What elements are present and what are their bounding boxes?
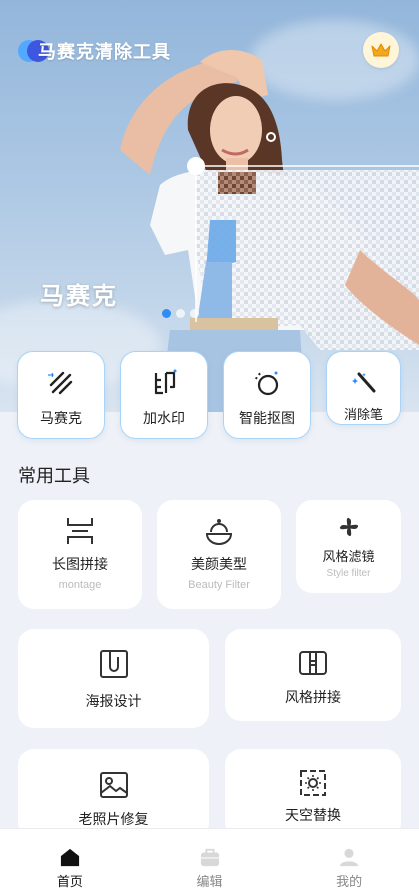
tool-card-label: 海报设计 [85,694,142,710]
vip-crown-button[interactable] [363,32,399,68]
style-collage-icon [299,651,327,675]
tab-edit[interactable]: 编辑 [140,829,280,890]
crown-icon [371,43,391,57]
tool-card-label: 天空替换 [285,808,341,824]
tab-label: 我的 [336,875,363,890]
tool-card-style-collage[interactable]: 风格拼接 [225,629,401,721]
quick-tool-mosaic[interactable]: 马赛克 [17,351,105,439]
quick-tools-row: 马赛克 加水印 智能抠图 消除笔 [17,351,401,439]
app-title: 马赛克清除工具 [38,42,171,63]
quick-tool-label: 消除笔 [343,408,383,423]
tool-card-photo-restore[interactable]: 老照片修复 [18,749,209,839]
tool-card-beauty[interactable]: 美颜美型 Beauty Filter [157,500,281,609]
tool-card-label: 美颜美型 [191,557,247,573]
home-page: 马赛克清除工具 马赛克 马赛克 加水印 智能抠图 消除笔 常用工具 长图拼接 m… [0,0,419,890]
watermark-print-icon [154,369,177,395]
carousel-indicator [162,309,199,318]
quick-tool-eraser-pen[interactable]: 消除笔 [326,351,401,425]
bottom-tab-bar: 首页 编辑 我的 [0,828,419,890]
home-icon [60,848,79,867]
beauty-bowl-icon [205,519,233,545]
poster-design-icon [99,650,128,678]
tab-home[interactable]: 首页 [0,829,140,890]
person-icon [340,848,359,867]
tool-card-label: 老照片修复 [78,812,149,828]
tab-label: 首页 [56,875,83,890]
tool-card-label: 风格拼接 [285,690,341,706]
tool-card-label: 长图拼接 [52,557,108,573]
carousel-dot[interactable] [162,309,171,318]
style-filter-flower-icon [339,517,358,537]
tool-card-style-filter[interactable]: 风格滤镜 Style filter [296,500,401,593]
tool-card-sky-replace[interactable]: 天空替换 [225,749,401,839]
quick-tool-watermark[interactable]: 加水印 [120,351,208,439]
tool-card-poster-design[interactable]: 海报设计 [18,629,209,728]
tool-card-sublabel: Style filter [326,568,371,579]
quick-tool-label: 智能抠图 [239,411,295,427]
carousel-dot[interactable] [190,309,199,318]
smart-cutout-icon [255,371,279,396]
carousel-dot[interactable] [176,309,185,318]
magic-eraser-pen-icon [351,372,375,393]
tool-card-montage[interactable]: 长图拼接 montage [18,500,142,609]
photo-restore-icon [99,772,128,798]
sky-replace-icon [300,770,326,796]
tool-card-sublabel: montage [58,579,102,591]
montage-icon [67,518,93,544]
tab-label: 编辑 [196,875,223,890]
section-title: 常用工具 [18,466,90,487]
mosaic-stripes-icon [48,371,73,395]
briefcase-icon [200,848,219,867]
tab-mine[interactable]: 我的 [279,829,419,890]
quick-tool-smart-cutout[interactable]: 智能抠图 [223,351,311,439]
quick-tool-label: 马赛克 [40,411,82,427]
tool-card-sublabel: Beauty Filter [188,579,250,591]
banner-label: 马赛克 [40,282,118,310]
quick-tool-label: 加水印 [143,411,185,427]
tool-card-label: 风格滤镜 [322,550,375,565]
